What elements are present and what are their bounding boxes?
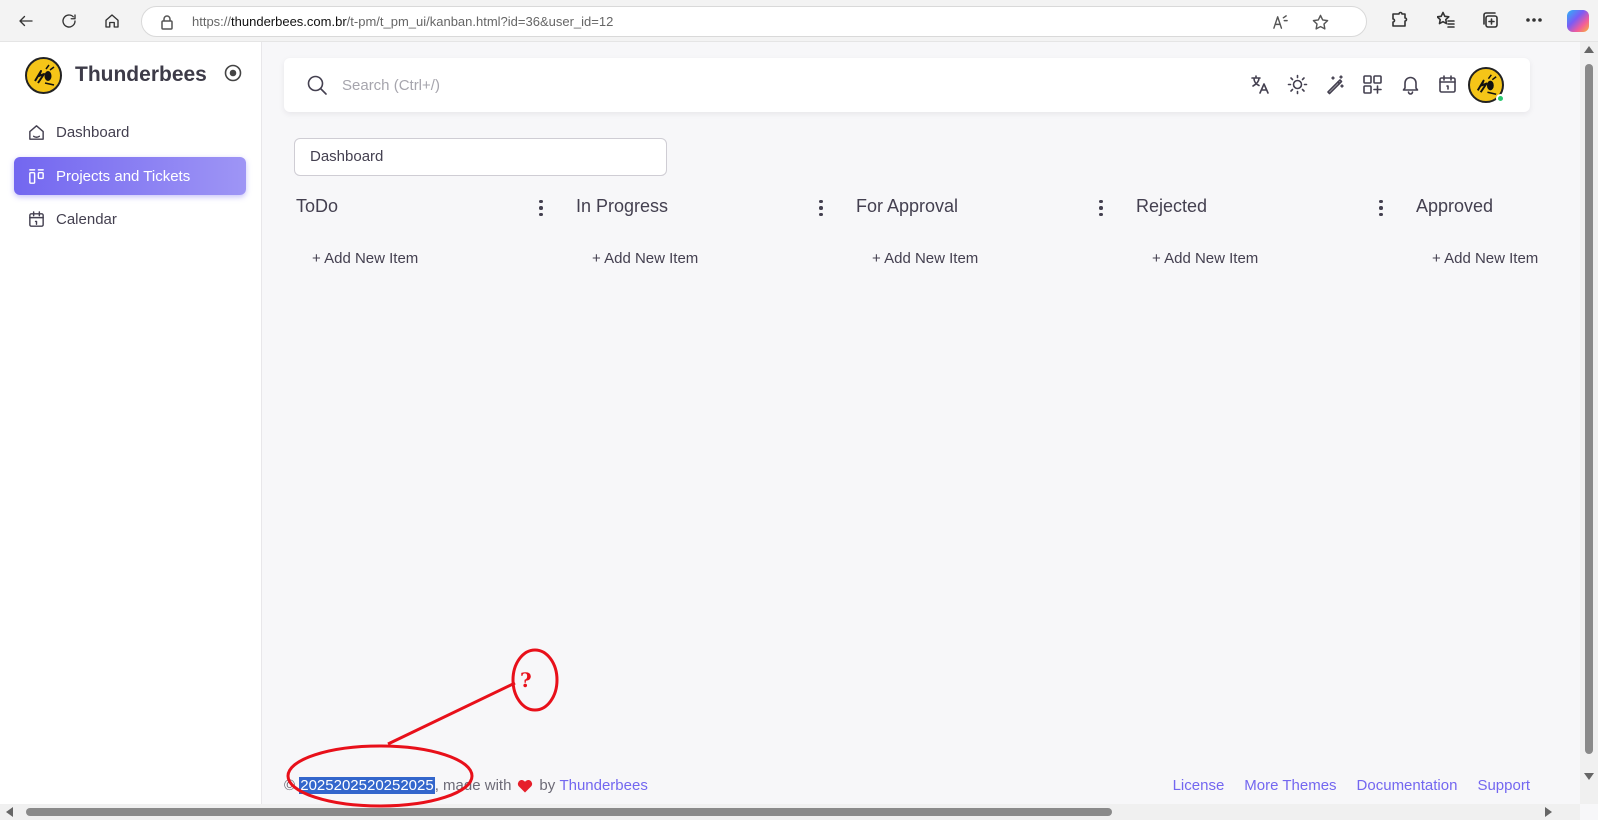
- home-icon[interactable]: [100, 9, 124, 33]
- footer-brand-link[interactable]: Thunderbees: [559, 777, 647, 794]
- copyright-symbol: ©: [284, 777, 296, 794]
- copyright-year: 2025202520252025: [299, 777, 435, 794]
- footer-link-more-themes[interactable]: More Themes: [1244, 777, 1336, 794]
- kanban-column-approved: Approved + Add New Item: [1416, 192, 1580, 292]
- add-new-item-button[interactable]: + Add New Item: [592, 250, 698, 267]
- layout-kanban-icon: [29, 168, 44, 184]
- column-title: ToDo: [296, 196, 339, 216]
- footer-copyright: © 2025202520252025, made with by Thunder…: [284, 777, 648, 794]
- url-text: https://thunderbees.com.br/t-pm/t_pm_ui/…: [192, 14, 614, 29]
- column-menu-icon[interactable]: [534, 198, 548, 218]
- footer-link-support[interactable]: Support: [1477, 777, 1530, 794]
- sidebar: Thunderbees Dashboard Projects and Ticke…: [0, 42, 262, 804]
- more-menu-icon[interactable]: [1525, 11, 1545, 31]
- add-new-item-button[interactable]: + Add New Item: [872, 250, 978, 267]
- favorite-star-icon[interactable]: [1312, 14, 1330, 32]
- add-new-item-button[interactable]: + Add New Item: [312, 250, 418, 267]
- extensions-icon[interactable]: [1390, 11, 1410, 31]
- sun-icon[interactable]: [1287, 74, 1309, 96]
- column-menu-icon[interactable]: [814, 198, 828, 218]
- calendar-icon[interactable]: [1437, 74, 1459, 96]
- smart-home-icon: [29, 124, 44, 140]
- heart-icon: [518, 779, 533, 792]
- refresh-icon[interactable]: [57, 9, 81, 33]
- translate-icon[interactable]: [1250, 74, 1272, 96]
- made-with-text: , made with: [434, 777, 512, 794]
- brand-name: Thunderbees: [75, 63, 207, 86]
- top-navbar: [284, 58, 1530, 112]
- collections-icon[interactable]: [1481, 11, 1501, 31]
- scroll-up-arrow-icon[interactable]: [1584, 46, 1594, 53]
- browser-toolbar: https://thunderbees.com.br/t-pm/t_pm_ui/…: [0, 0, 1598, 42]
- scroll-down-arrow-icon[interactable]: [1584, 773, 1594, 780]
- favorites-icon[interactable]: [1436, 11, 1457, 31]
- sidebar-item-calendar[interactable]: Calendar: [14, 200, 246, 238]
- sidebar-item-label: Projects and Tickets: [56, 167, 191, 185]
- sidebar-item-label: Dashboard: [56, 123, 130, 141]
- sidebar-item-dashboard[interactable]: Dashboard: [14, 113, 246, 151]
- bell-icon[interactable]: [1400, 74, 1422, 96]
- sidebar-item-label: Calendar: [56, 210, 117, 228]
- calendar-icon: [29, 210, 44, 227]
- horizontal-scroll-thumb[interactable]: [26, 808, 1112, 816]
- add-new-item-button[interactable]: + Add New Item: [1432, 250, 1538, 267]
- search-input[interactable]: [342, 72, 742, 98]
- back-icon[interactable]: [14, 9, 38, 33]
- column-menu-icon[interactable]: [1374, 198, 1388, 218]
- board-select[interactable]: Dashboard: [294, 138, 667, 176]
- kanban-column-rejected: Rejected + Add New Item: [1136, 192, 1396, 292]
- vertical-scrollbar[interactable]: [1580, 42, 1598, 804]
- lock-icon: [160, 14, 174, 30]
- column-title: Rejected: [1136, 196, 1208, 216]
- horizontal-scrollbar[interactable]: [0, 804, 1580, 820]
- footer-link-documentation[interactable]: Documentation: [1357, 777, 1458, 794]
- online-status-dot: [1496, 94, 1505, 103]
- magic-wand-icon[interactable]: [1325, 74, 1347, 96]
- scroll-right-arrow-icon[interactable]: [1545, 807, 1552, 817]
- kanban-column-in-progress: In Progress + Add New Item: [576, 192, 836, 292]
- apps-grid-icon[interactable]: [1362, 74, 1384, 96]
- annotation-line: [387, 681, 516, 746]
- by-text: by: [539, 777, 556, 794]
- footer-link-license[interactable]: License: [1173, 777, 1225, 794]
- address-bar[interactable]: https://thunderbees.com.br/t-pm/t_pm_ui/…: [141, 6, 1367, 37]
- sidebar-item-projects-and-tickets[interactable]: Projects and Tickets: [14, 157, 246, 195]
- add-new-item-button[interactable]: + Add New Item: [1152, 250, 1258, 267]
- search-icon[interactable]: [306, 74, 328, 96]
- copilot-icon[interactable]: [1567, 10, 1589, 32]
- sidebar-toggle-icon[interactable]: [224, 64, 244, 84]
- user-avatar[interactable]: [1468, 67, 1505, 103]
- column-title: For Approval: [856, 196, 959, 216]
- column-title: Approved: [1416, 196, 1494, 216]
- kanban-column-for-approval: For Approval + Add New Item: [856, 192, 1116, 292]
- read-aloud-icon[interactable]: [1272, 14, 1290, 32]
- brand[interactable]: Thunderbees: [25, 56, 207, 94]
- annotation-question-mark: ?: [520, 668, 532, 692]
- scroll-left-arrow-icon[interactable]: [6, 807, 13, 817]
- column-menu-icon[interactable]: [1094, 198, 1108, 218]
- footer-links: License More Themes Documentation Suppor…: [1173, 777, 1530, 794]
- footer: © 2025202520252025, made with by Thunder…: [284, 777, 1530, 799]
- bee-logo-icon: [25, 56, 62, 94]
- column-title: In Progress: [576, 196, 669, 216]
- vertical-scroll-thumb[interactable]: [1585, 64, 1593, 754]
- kanban-column-todo: ToDo + Add New Item: [296, 192, 556, 292]
